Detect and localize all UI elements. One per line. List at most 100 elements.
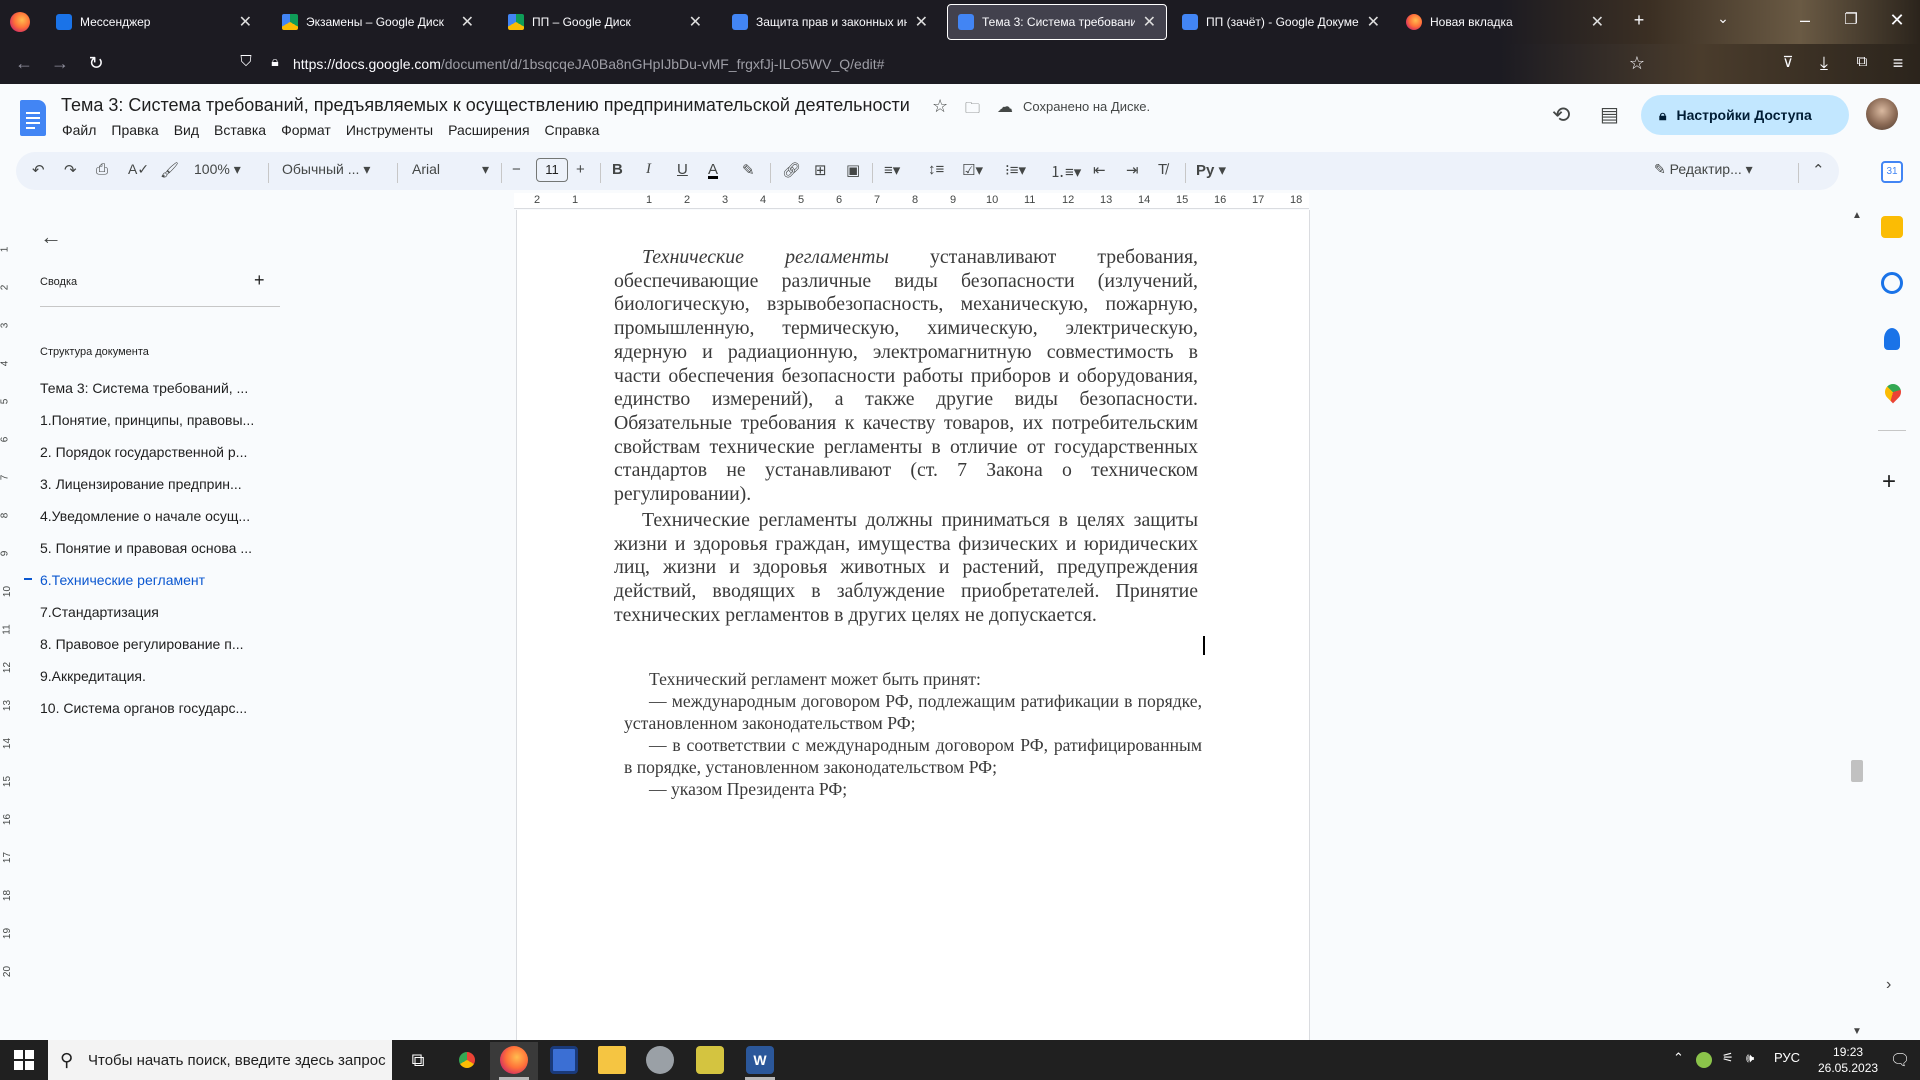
outline-item[interactable]: 4.Уведомление о начале осущ... [40, 508, 275, 524]
pocket-icon[interactable]: ⊽ [1776, 53, 1800, 71]
line-spacing-icon[interactable]: ↕≡ [928, 161, 944, 178]
browser-tab[interactable]: Мессенджер ✕ [46, 4, 262, 40]
font-select[interactable]: Arial ▾ [412, 161, 489, 178]
minimize-icon[interactable]: – [1792, 10, 1818, 31]
menu-help[interactable]: Справка [545, 122, 600, 138]
menu-edit[interactable]: Правка [111, 122, 158, 138]
scroll-up-icon[interactable]: ▲ [1852, 210, 1862, 221]
calendar-icon[interactable]: 31 [1881, 161, 1903, 183]
menu-tools[interactable]: Инструменты [346, 122, 433, 138]
extensions-icon[interactable]: ⧉ [1850, 53, 1874, 70]
task-view-icon[interactable]: ⧉ [404, 1046, 432, 1074]
close-tab-icon[interactable]: ✕ [1143, 12, 1156, 32]
new-tab-icon[interactable]: + [1626, 10, 1652, 31]
outline-item[interactable]: 5. Понятие и правовая основа ... [40, 540, 275, 556]
download-icon[interactable]: ⤓ [1812, 53, 1836, 74]
app-icon[interactable] [646, 1046, 674, 1074]
outline-item[interactable]: 2. Порядок государственной р... [40, 444, 275, 460]
browser-tab-active[interactable]: Тема 3: Система требований, ✕ [947, 4, 1167, 40]
horizontal-ruler[interactable]: 2 1 1 2 3 4 5 6 7 8 9 10 11 12 13 14 15 … [514, 193, 1309, 209]
floppy-app-icon[interactable] [550, 1046, 578, 1074]
increase-font-size-icon[interactable]: + [576, 161, 585, 178]
outline-item[interactable]: 10. Система органов государс... [40, 700, 275, 716]
close-tab-icon[interactable]: ✕ [239, 12, 252, 32]
paragraph[interactable]: Технические регламенты должны приниматьс… [614, 509, 1198, 628]
clear-formatting-icon[interactable]: T̸ [1158, 161, 1167, 178]
browser-tab[interactable]: Экзамены – Google Диск ✕ [272, 4, 484, 40]
reload-icon[interactable]: ↻ [84, 53, 108, 74]
close-tab-icon[interactable]: ✕ [1591, 12, 1604, 32]
browser-tab[interactable]: Новая вкладка ✕ [1396, 4, 1614, 40]
outline-item[interactable]: 9.Аккредитация. [40, 668, 275, 684]
spellcheck-icon[interactable]: A✓ [128, 161, 149, 178]
menu-insert[interactable]: Вставка [214, 122, 266, 138]
document-title[interactable]: Тема 3: Система требований, предъявляемы… [61, 95, 910, 116]
decrease-font-size-icon[interactable]: − [512, 161, 521, 178]
outline-item[interactable]: 3. Лицензирование предприн... [40, 476, 275, 492]
google-docs-logo-icon[interactable] [20, 100, 46, 136]
move-folder-icon[interactable]: 🗀︎ [965, 98, 980, 123]
chrome-icon[interactable] [453, 1046, 481, 1074]
bookmark-star-icon[interactable]: ☆ [1625, 53, 1649, 74]
text-color-icon[interactable]: A [708, 161, 718, 178]
bold-icon[interactable]: B [612, 161, 623, 178]
keep-icon[interactable] [1881, 216, 1903, 238]
menu-extensions[interactable]: Расширения [448, 122, 529, 138]
forward-icon[interactable]: → [48, 53, 72, 74]
checklist-icon[interactable]: ☑▾ [962, 161, 983, 179]
show-hidden-icons-chevron-icon[interactable]: ⌃ [1673, 1050, 1684, 1066]
shield-icon[interactable]: ⛉ [234, 53, 258, 70]
menu-view[interactable]: Вид [174, 122, 199, 138]
input-tools-icon[interactable]: Py ▾ [1196, 161, 1226, 179]
close-outline-arrow-icon[interactable]: ← [40, 224, 62, 250]
close-tab-icon[interactable]: ✕ [689, 12, 702, 32]
app-icon[interactable] [696, 1046, 724, 1074]
insert-link-icon[interactable]: 🔗︎ [782, 161, 801, 179]
comments-icon[interactable]: ▤ [1600, 102, 1619, 127]
browser-tab[interactable]: Защита прав и законных инте ✕ [722, 4, 938, 40]
volume-icon[interactable]: 🕪︎ [1746, 1050, 1754, 1066]
file-explorer-icon[interactable] [598, 1046, 626, 1074]
numbered-list-icon[interactable]: ⒈≡▾ [1050, 161, 1081, 182]
get-addons-icon[interactable]: + [1882, 468, 1896, 496]
word-icon[interactable]: W [746, 1046, 774, 1074]
menu-icon[interactable]: ≡ [1886, 53, 1910, 74]
tasks-icon[interactable] [1881, 272, 1903, 294]
document-scrollbar[interactable]: ▲ ▼ [1848, 210, 1866, 1040]
underline-icon[interactable]: U [677, 161, 688, 178]
notifications-icon[interactable]: 🗨︎ [1890, 1050, 1910, 1070]
add-summary-icon[interactable]: + [254, 270, 265, 291]
tray-app-icon[interactable] [1696, 1052, 1712, 1068]
menu-format[interactable]: Формат [281, 122, 331, 138]
expand-side-panel-icon[interactable]: › [1886, 976, 1891, 994]
scroll-down-icon[interactable]: ▼ [1852, 1026, 1862, 1037]
font-size-input[interactable]: 11 [536, 158, 568, 182]
back-icon[interactable]: ← [12, 53, 36, 74]
increase-indent-icon[interactable]: ⇥ [1126, 161, 1139, 179]
firefox-menu-icon[interactable] [10, 12, 30, 32]
outline-item[interactable]: 1.Понятие, принципы, правовы... [40, 412, 275, 428]
italic-icon[interactable]: I [646, 161, 651, 178]
align-left-icon[interactable]: ≡▾ [884, 161, 900, 179]
decrease-indent-icon[interactable]: ⇤ [1093, 161, 1106, 179]
undo-icon[interactable]: ↶ [32, 161, 45, 179]
input-language[interactable]: РУС [1774, 1050, 1800, 1065]
contacts-icon[interactable] [1884, 328, 1900, 350]
outline-item[interactable]: Тема 3: Система требований, ... [40, 380, 275, 396]
zoom-select[interactable]: 100% ▾ [194, 161, 241, 178]
insert-image-icon[interactable]: ▣ [846, 161, 860, 179]
print-icon[interactable]: ⎙ [96, 161, 108, 178]
maximize-icon[interactable]: ❐ [1838, 10, 1864, 28]
taskbar-clock[interactable]: 19:23 26.05.2023 [1818, 1044, 1878, 1076]
firefox-taskbar-icon[interactable] [500, 1046, 528, 1074]
paint-format-icon[interactable]: 🖌︎ [160, 161, 179, 179]
scanned-paragraph[interactable]: Технический регламент может быть принят:… [624, 668, 1202, 800]
paragraph[interactable]: Технические регламенты устанавливают тре… [614, 246, 1198, 507]
browser-tab[interactable]: ПП (зачёт) - Google Документ ✕ [1172, 4, 1390, 40]
tab-list-chevron-icon[interactable]: ⌄ [1710, 10, 1736, 27]
style-select[interactable]: Обычный ... ▾ [282, 161, 370, 178]
highlight-icon[interactable]: ✎ [742, 161, 755, 179]
version-history-icon[interactable]: ⟲ [1552, 102, 1570, 128]
outline-item[interactable]: 7.Стандартизация [40, 604, 275, 620]
share-button[interactable]: 🔒︎ Настройки Доступа [1641, 95, 1849, 135]
